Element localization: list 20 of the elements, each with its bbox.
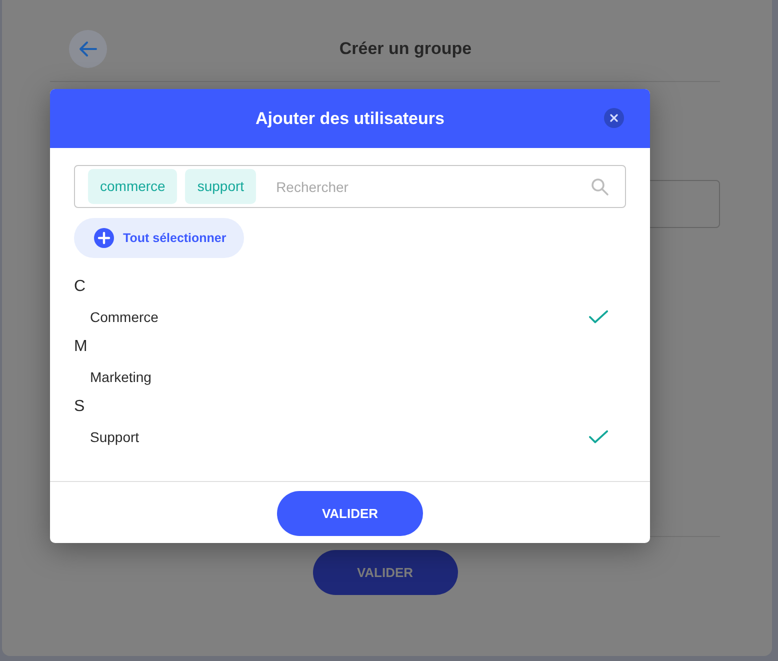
back-arrow-icon: [79, 41, 97, 57]
select-all-button[interactable]: Tout sélectionner: [74, 218, 244, 258]
tag-chip: support: [185, 169, 256, 204]
search-input[interactable]: Rechercher: [276, 172, 583, 202]
page-title: Créer un groupe: [339, 38, 472, 60]
tag-chip: commerce: [88, 169, 178, 204]
close-icon: [610, 114, 618, 122]
list-item[interactable]: Commerce: [74, 302, 626, 332]
list-item[interactable]: Marketing: [74, 362, 626, 392]
plus-circle-icon: [94, 228, 114, 248]
search-icon: [591, 178, 609, 196]
section-letter: S: [74, 397, 85, 417]
validate-button[interactable]: VALIDER: [312, 550, 458, 595]
dialog-title: Ajouter des utilisateurs: [256, 108, 444, 130]
section-letter: M: [74, 337, 88, 357]
close-button[interactable]: [604, 108, 624, 128]
section-letter: C: [74, 277, 86, 297]
search-field[interactable]: commerce support Rechercher: [74, 165, 626, 208]
validate-button[interactable]: VALIDER: [277, 491, 423, 536]
list-item[interactable]: Support: [74, 422, 626, 452]
